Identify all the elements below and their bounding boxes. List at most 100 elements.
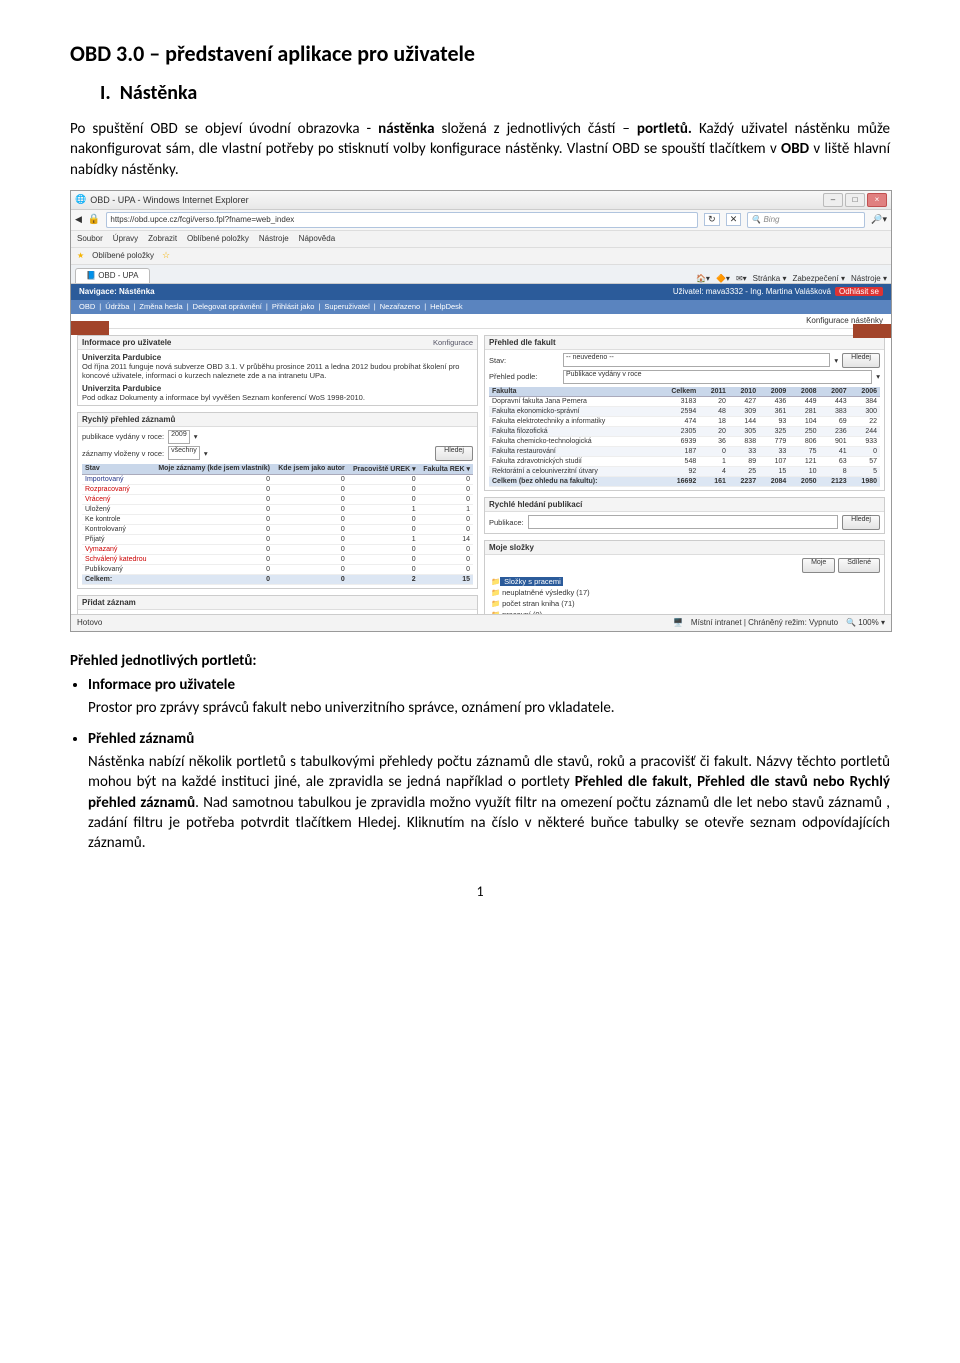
table-row[interactable]: Kontrolovaný0000 [82,524,473,534]
folder-scope-button[interactable]: Moje [802,558,835,573]
table-row[interactable]: Vymazaný0000 [82,544,473,554]
toolbar-item[interactable]: Zabezpečení ▾ [792,274,845,283]
quick-search-button[interactable]: Hledej [435,446,473,461]
table-row[interactable]: Fakulta chemicko-technologická6939368387… [489,436,880,446]
browser-menu-bar: Soubor Úpravy Zobrazit Oblíbené položky Nást… [71,231,891,248]
table-row[interactable]: Přijatý00114 [82,534,473,544]
folder-icon: 📁 [491,598,500,609]
portlet-search-head: Rychlé hledání publikací [489,500,582,509]
app-submenu: OBD | Údržba | Změna hesla | Delegovat o… [71,300,891,314]
user-label: Uživatel: mava3332 - Ing. Martina Valášk… [673,287,831,296]
fac-state-label: Stav: [489,356,559,365]
lock-icon: 🔒 [88,214,100,225]
table-row[interactable]: Publikovaný0000 [82,564,473,574]
status-zone: Místní intranet | Chráněný režim: Vypnut… [691,618,838,627]
table-total-row: Celkem (bez ohledu na fakultu):166921612… [489,476,880,486]
table-row[interactable]: Uložený0011 [82,504,473,514]
browser-status-bar: Hotovo 🖥️ Místní intranet | Chráněný rež… [71,614,891,631]
tab-icon: 📘 [86,271,96,280]
window-title: OBD - UPA - Windows Internet Explorer [90,195,248,205]
submenu-item[interactable]: Přihlásit jako [272,302,315,311]
toolbar-item[interactable]: Nástroje ▾ [851,274,887,283]
table-row[interactable]: Fakulta filozofická230520305325250236244 [489,426,880,436]
submenu-item[interactable]: Nezařazeno [380,302,420,311]
nav-back-icon[interactable]: ◀ [75,214,82,225]
quick-year-select[interactable]: 2009 [168,430,190,444]
table-row[interactable]: Rozpracovaný0000 [82,484,473,494]
search-icon: 🔍 [751,215,761,224]
window-minimize-button[interactable]: – [823,193,843,207]
fac-search-button[interactable]: Hledej [842,353,880,368]
portlet-faculty-overview: Přehled dle fakult Stav: -- neuvedeno --… [484,335,885,491]
table-row[interactable]: Ke kontrole0000 [82,514,473,524]
folder-item[interactable]: 📁 počet stran kniha (71) [489,598,880,609]
portlet-fac-head: Přehled dle fakult [489,338,556,347]
quick-all-select[interactable]: všechny [168,446,200,460]
menu-item[interactable]: Nástroje [259,234,289,243]
window-maximize-button[interactable]: □ [845,193,865,207]
table-row[interactable]: Fakulta elektrotechniky a informatiky474… [489,416,880,426]
table-row[interactable]: Schválený katedrou0000 [82,554,473,564]
stop-icon[interactable]: ✕ [726,213,742,226]
submenu-item[interactable]: HelpDesk [430,302,463,311]
menu-item[interactable]: Úpravy [113,234,138,243]
address-bar: ◀ 🔒 https://obd.upce.cz/fcgi/verso.fpl?f… [71,210,891,231]
zoom-label: 🔍 100% ▾ [846,618,885,627]
table-row[interactable]: Fakulta zdravotnických studií54818910712… [489,456,880,466]
table-row[interactable]: Vrácený0000 [82,494,473,504]
info-h2: Univerzita Pardubice [82,384,161,393]
intro-paragraph: Po spuštění OBD se objeví úvodní obrazov… [70,119,890,180]
portlet-info-config-link[interactable]: Konfigurace [433,338,473,347]
table-row[interactable]: Dopravní fakulta Jana Pernera31832042743… [489,396,880,406]
url-field[interactable]: https://obd.upce.cz/fcgi/verso.fpl?fname… [106,212,698,228]
mail-icon[interactable]: ✉▾ [736,274,747,283]
browser-tab[interactable]: 📘 OBD - UPA [75,268,150,283]
page-title: OBD 3.0 – představení aplikace pro uživa… [70,40,890,67]
folder-item[interactable]: 📁 neuplatněné výsledky (17) [489,587,880,598]
folder-item[interactable]: 📁 Složky s pracemi [489,576,880,587]
folder-scope-button[interactable]: Sdílené [838,558,880,573]
favorites-add-icon[interactable]: ☆ [162,250,170,261]
favorites-star-icon[interactable]: ★ [77,251,84,260]
submenu-item[interactable]: OBD [79,302,95,311]
tab-bar: 📘 OBD - UPA 🏠▾ 🔶▾ ✉▾ Stránka ▾ Zabezpečen… [71,265,891,284]
list-item: Informace pro uživatele Prostor pro zprá… [88,676,890,718]
search-go-icon[interactable]: 🔎▾ [871,214,887,225]
menu-item[interactable]: Soubor [77,234,103,243]
menu-item[interactable]: Nápověda [299,234,335,243]
info-body1: Od října 2011 funguje nová subverze OBD … [82,362,473,380]
portlet-info: Informace pro uživateleKonfigurace Unive… [77,335,478,406]
section-heading: I. Nástěnka [100,81,890,105]
portlets-overview-heading: Přehled jednotlivých portletů: [70,652,890,670]
search-pub-input[interactable] [528,515,839,529]
portlet-quick-overview: Rychlý přehled záznamů publikace vydány … [77,412,478,589]
window-close-button[interactable]: × [867,193,887,207]
info-h1: Univerzita Pardubice [82,353,161,362]
logout-button[interactable]: Odhlásit se [835,287,883,296]
submenu-item[interactable]: Superuživatel [324,302,369,311]
fac-state-select[interactable]: -- neuvedeno -- [563,353,830,367]
quick-row1-label: publikace vydány v roce: [82,432,164,441]
search-pub-button[interactable]: Hledej [842,515,880,530]
table-row[interactable]: Fakulta ekonomicko-správní25944830936128… [489,406,880,416]
fac-by-select[interactable]: Publikace vydány v roce [563,370,872,384]
breadcrumb: Navigace: Nástěnka [79,287,155,296]
home-icon[interactable]: 🏠▾ [696,274,710,283]
table-total-row: Celkem:00215 [82,574,473,584]
folder-item[interactable]: ⊞ RIV 2011 ke kontrole (0) [489,631,880,632]
table-row[interactable]: Rektorátní a celouniverzitní útvary92425… [489,466,880,476]
table-row[interactable]: Fakulta restaurování1870333375410 [489,446,880,456]
menu-item[interactable]: Zobrazit [148,234,177,243]
feed-icon[interactable]: 🔶▾ [716,274,730,283]
favorites-bar: ★ Oblíbené položky ☆ [71,248,891,265]
zone-icon: 🖥️ [673,618,683,627]
table-row[interactable]: Importovaný0000 [82,474,473,484]
submenu-item[interactable]: Změna hesla [139,302,182,311]
folder-icon: 📁 [491,587,500,598]
submenu-item[interactable]: Delegovat oprávnění [193,302,262,311]
refresh-icon[interactable]: ↻ [704,213,720,226]
menu-item[interactable]: Oblíbené položky [187,234,249,243]
callout-arrow-left [70,316,113,340]
submenu-item[interactable]: Údržba [105,302,129,311]
toolbar-item[interactable]: Stránka ▾ [753,274,787,283]
